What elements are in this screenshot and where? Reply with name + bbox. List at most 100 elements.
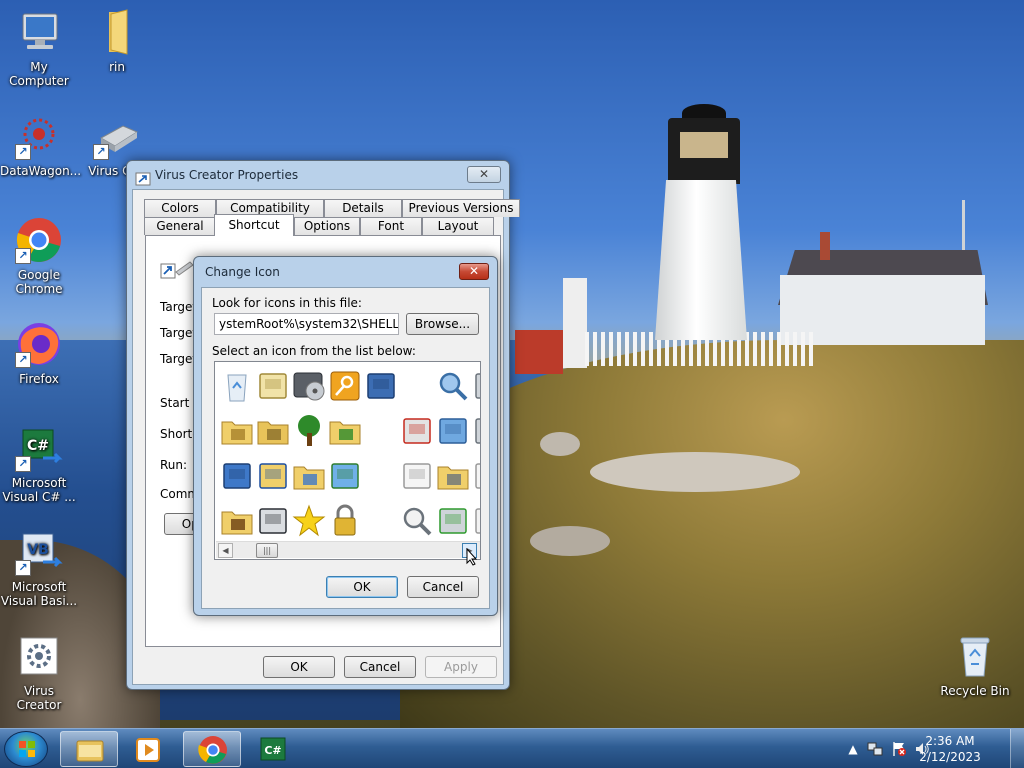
start-button[interactable] [4, 731, 48, 767]
look-for-icons-label: Look for icons in this file: [212, 296, 362, 310]
svg-text:C#: C# [27, 438, 49, 454]
tab-details[interactable]: Details [324, 199, 402, 217]
computer-icon [15, 8, 63, 56]
desktop-icon-label: Microsoft Visual C# ... [2, 476, 76, 504]
add-printer-icon[interactable] [435, 503, 471, 539]
show-hidden-icons-button[interactable]: ▲ [845, 741, 861, 757]
network-icon[interactable] [867, 741, 883, 757]
monitor-icon[interactable] [219, 458, 255, 494]
recycle-bin-icon[interactable] [219, 368, 255, 404]
change-icon-body: Look for icons in this file: ystemRoot%\… [201, 287, 490, 609]
properties-ok-button[interactable]: OK [263, 656, 335, 678]
warning-printer-icon[interactable] [399, 413, 435, 449]
desktop-icon-label: DataWagon... [0, 164, 82, 178]
lock-icon[interactable] [327, 503, 363, 539]
desktop-icon-label: Recycle Bin [940, 684, 1010, 698]
desktop-icon-rin[interactable]: rin [78, 8, 156, 74]
taskbar-clock[interactable]: 2:36 AM 2/12/2023 [910, 733, 990, 765]
change-icon-close-button[interactable]: ✕ [459, 263, 489, 280]
taskbar-chrome-button[interactable] [183, 731, 241, 767]
desktop-icon-virus-creator[interactable]: Virus Creator [0, 632, 78, 712]
hardware-icon[interactable] [471, 413, 480, 449]
magnifier-network-icon[interactable] [435, 368, 471, 404]
change-icon-ok-button[interactable]: OK [326, 576, 398, 598]
folder-upload-icon[interactable] [327, 413, 363, 449]
change-icon-dialog[interactable]: Change Icon ✕ Look for icons in this fil… [193, 256, 498, 616]
desktop-icon-firefox[interactable]: ↗ Firefox [0, 320, 78, 386]
shortcut-arrow-icon: ↗ [15, 456, 31, 472]
wallpaper-lighthouse [655, 180, 747, 340]
tab-general[interactable]: General [144, 217, 216, 235]
tree-icon[interactable] [291, 413, 327, 449]
desktop-icon-label: Virus Creator [16, 684, 62, 712]
icon-list-scrollbar[interactable]: ◀ ||| ▶ [216, 541, 480, 558]
desktop-icon-my-computer[interactable]: My Computer [0, 8, 78, 88]
taskbar-media-player-button[interactable] [120, 731, 178, 767]
explorer-folder-icon [76, 740, 104, 762]
icon-file-path-input[interactable]: ystemRoot%\system32\SHELL32.dll [214, 313, 399, 335]
svg-text:VB: VB [27, 542, 49, 558]
change-icon-title-bar[interactable]: Change Icon ✕ [194, 257, 497, 287]
clock-time: 2:36 AM [925, 734, 975, 748]
tab-layout[interactable]: Layout [422, 217, 494, 235]
properties-apply-button[interactable]: Apply [425, 656, 497, 678]
shortcut-arrow-icon: ↗ [15, 248, 31, 264]
tab-colors[interactable]: Colors [144, 199, 216, 217]
folder-printer-icon[interactable] [435, 458, 471, 494]
folder-settings-icon[interactable] [219, 413, 255, 449]
wallpaper-rock [540, 432, 580, 456]
star-icon[interactable] [291, 503, 327, 539]
browse-button[interactable]: Browse... [406, 313, 479, 335]
shortcut-app-icon [135, 168, 151, 186]
csharp-icon: C# ↗ [15, 424, 63, 472]
documents-icon[interactable] [399, 458, 435, 494]
desktop-icon-label: Google Chrome [15, 268, 63, 296]
recycle-bin-icon [951, 632, 999, 680]
search-icon[interactable] [399, 503, 435, 539]
desktop-icon-google-chrome[interactable]: ↗ Google Chrome [0, 216, 78, 296]
drive-folder-icon[interactable] [255, 413, 291, 449]
tab-options[interactable]: Options [294, 217, 360, 235]
svg-text:C#: C# [264, 744, 281, 757]
desktop-icon-visual-basic[interactable]: VB ↗ Microsoft Visual Basi... [0, 528, 78, 608]
show-desktop-button[interactable] [1010, 729, 1024, 768]
keyboard-icon[interactable] [255, 368, 291, 404]
taskbar-visual-csharp-button[interactable]: C# [245, 731, 303, 767]
tab-previous-versions[interactable]: Previous Versions [402, 199, 520, 217]
key-icon[interactable] [327, 368, 363, 404]
folder-computer-icon[interactable] [291, 458, 327, 494]
pencil-icon[interactable] [471, 503, 480, 539]
font-folder-icon[interactable] [255, 458, 291, 494]
wallpaper-chimney [820, 232, 830, 260]
properties-cancel-button[interactable]: Cancel [344, 656, 416, 678]
drive-icon: ↗ [93, 112, 141, 160]
desktop-icon-label: Microsoft Visual Basi... [0, 580, 78, 608]
folder-icon [93, 8, 141, 56]
wallpaper-rock [590, 452, 800, 492]
properties-title-bar[interactable]: Virus Creator Properties ✕ [127, 161, 509, 189]
folder-tools-icon[interactable] [219, 503, 255, 539]
desktop-icon-datawagon[interactable]: ↗ DataWagon... [0, 112, 82, 178]
chrome-icon [198, 736, 227, 764]
desktop-icon-visual-csharp[interactable]: C# ↗ Microsoft Visual C# ... [0, 424, 78, 504]
icon-list[interactable]: ◀ ||| ▶ [214, 361, 481, 560]
server-icon[interactable] [255, 503, 291, 539]
paper-icon[interactable] [471, 458, 480, 494]
printer-icon[interactable] [471, 368, 480, 404]
tab-font[interactable]: Font [360, 217, 422, 235]
media-player-icon [136, 738, 160, 762]
control-panel-icon[interactable] [435, 413, 471, 449]
desktop-icon-recycle-bin[interactable]: Recycle Bin [936, 632, 1014, 698]
run-label: Run: [160, 458, 188, 472]
scroll-thumb[interactable]: ||| [256, 543, 278, 558]
virus-creator-icon [15, 632, 63, 680]
change-icon-cancel-button[interactable]: Cancel [407, 576, 479, 598]
cd-drive-icon[interactable] [291, 368, 327, 404]
media-icon[interactable] [327, 458, 363, 494]
taskbar-explorer-button[interactable] [60, 731, 118, 767]
tab-shortcut[interactable]: Shortcut [214, 214, 294, 236]
properties-close-button[interactable]: ✕ [467, 166, 501, 183]
network-computers-icon[interactable] [363, 368, 399, 404]
scroll-left-button[interactable]: ◀ [218, 543, 233, 558]
action-center-flag-icon[interactable] [891, 741, 907, 757]
